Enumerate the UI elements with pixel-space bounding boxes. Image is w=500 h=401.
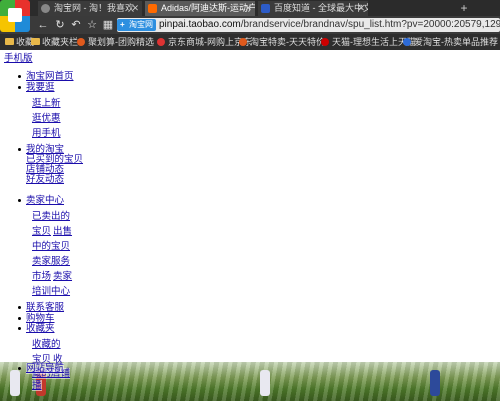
list-bullet: [18, 367, 21, 370]
browser-tab-bar: 淘宝网 - 淘！我喜欢 ✕ Adidas/阿迪达斯-运动户外 ✕ 百度知道 - …: [0, 0, 500, 16]
photo-figure: [430, 370, 440, 396]
site-nav-link[interactable]: 网站导航: [26, 363, 65, 374]
mobile-link[interactable]: 手机版: [4, 53, 33, 64]
folder-icon: [5, 38, 14, 45]
browser-toolbar: ← ↻ ↶ ☆ ▦ 淘宝网 pinpai.taobao.com/brandser…: [0, 16, 500, 34]
sold-items-link[interactable]: 已卖出的: [32, 211, 70, 222]
favorites-link[interactable]: 收藏夹: [26, 323, 55, 334]
browser-tab-adidas[interactable]: Adidas/阿迪达斯-运动户外 ✕: [145, 1, 255, 16]
nav-sub-link[interactable]: 播: [32, 380, 42, 391]
on-sale-link[interactable]: 出售: [53, 226, 72, 237]
contact-service-link[interactable]: 联系客服: [26, 302, 64, 313]
training-center-link[interactable]: 培训中心: [32, 286, 70, 297]
address-bar[interactable]: 淘宝网 pinpai.taobao.com/brandservice/brand…: [117, 18, 500, 32]
market-link[interactable]: 市场: [32, 271, 51, 282]
list-bullet: [18, 306, 21, 309]
close-icon[interactable]: ✕: [357, 1, 365, 16]
apps-icon[interactable]: ▦: [101, 17, 115, 33]
folder-icon: [31, 38, 40, 45]
list-bullet: [18, 199, 21, 202]
new-tab-button[interactable]: +: [456, 1, 472, 15]
bookmarks-bar: 收藏 收藏夹栏 聚划算-团购精选 京东商城-网购上京东 淘宝特卖-天天特价 天猫…: [0, 34, 500, 50]
spinner-icon: [41, 4, 50, 13]
undo-icon[interactable]: ↶: [69, 17, 83, 33]
star-icon[interactable]: ☆: [85, 17, 99, 33]
bookmark-item[interactable]: 收藏夹栏: [30, 35, 78, 49]
back-icon[interactable]: ←: [36, 17, 50, 33]
fav-items-link[interactable]: 收藏的: [32, 339, 61, 350]
url-domain: pinpai.taobao.com: [159, 19, 241, 30]
on-sale-items-link[interactable]: 中的宝贝: [32, 241, 70, 252]
close-icon[interactable]: ✕: [244, 1, 252, 16]
favicon-icon: [321, 38, 329, 46]
favicon-icon: [403, 38, 411, 46]
taobao-favicon-icon: [148, 4, 157, 13]
shop-deals-link[interactable]: 逛优惠: [32, 113, 61, 124]
close-icon[interactable]: ✕: [131, 1, 139, 16]
seller-service-link[interactable]: 卖家服务: [32, 256, 70, 267]
taobao-home-link[interactable]: 淘宝网首页: [26, 71, 74, 82]
browser-tab-taobao[interactable]: 淘宝网 - 淘！我喜欢 ✕: [38, 1, 142, 16]
tab-label: Adidas/阿迪达斯-运动户外: [161, 3, 255, 13]
bookmark-label: 收藏夹栏: [42, 37, 79, 47]
favicon-icon: [239, 38, 247, 46]
photo-figure: [260, 370, 270, 396]
browser-logo-icon[interactable]: [0, 0, 30, 32]
background-photo: [0, 362, 500, 401]
url-path: /brandservice/brandnav/spu_list.htm?pv=2…: [240, 19, 500, 30]
bookmark-item[interactable]: 聚划算-团购精选: [76, 35, 154, 49]
tab-label: 百度知道 - 全球最大中文互动: [274, 3, 368, 13]
seller-link[interactable]: 卖家: [53, 271, 72, 282]
favicon-icon: [157, 38, 165, 46]
bookmark-item[interactable]: 爱淘宝-热卖单品推荐: [402, 35, 498, 49]
list-bullet: [18, 317, 21, 320]
site-badge: 淘宝网: [117, 19, 156, 31]
refresh-icon[interactable]: ↻: [53, 17, 67, 33]
list-bullet: [18, 86, 21, 89]
friend-updates-link[interactable]: 好友动态: [26, 174, 64, 185]
seller-items-link[interactable]: 宝贝: [32, 226, 51, 237]
bookmark-item[interactable]: 淘宝特卖-天天特价: [238, 35, 325, 49]
i-shop-link[interactable]: 我要逛: [26, 82, 55, 93]
photo-figure: [10, 370, 20, 396]
baidu-favicon-icon: [261, 4, 270, 13]
shop-new-link[interactable]: 逛上新: [32, 98, 61, 109]
seller-center-link[interactable]: 卖家中心: [26, 195, 64, 206]
url-text: pinpai.taobao.com/brandservice/brandnav/…: [159, 18, 500, 32]
bookmark-label: 聚划算-团购精选: [88, 37, 154, 47]
bookmark-label: 淘宝特卖-天天特价: [250, 37, 325, 47]
mobile-shop-link[interactable]: 用手机: [32, 128, 61, 139]
bookmark-label: 爱淘宝-热卖单品推荐: [414, 37, 498, 47]
page-content: 手机版 淘宝网首页 我要逛 逛上新 逛优惠 用手机 我的淘宝 已买到的宝贝 店铺…: [0, 50, 500, 401]
favicon-icon: [77, 38, 85, 46]
list-bullet: [18, 327, 21, 330]
list-bullet: [18, 75, 21, 78]
browser-tab-baidu[interactable]: 百度知道 - 全球最大中文互动 ✕: [258, 1, 368, 16]
tab-label: 淘宝网 - 淘！我喜欢: [54, 3, 134, 13]
list-bullet: [18, 148, 21, 151]
